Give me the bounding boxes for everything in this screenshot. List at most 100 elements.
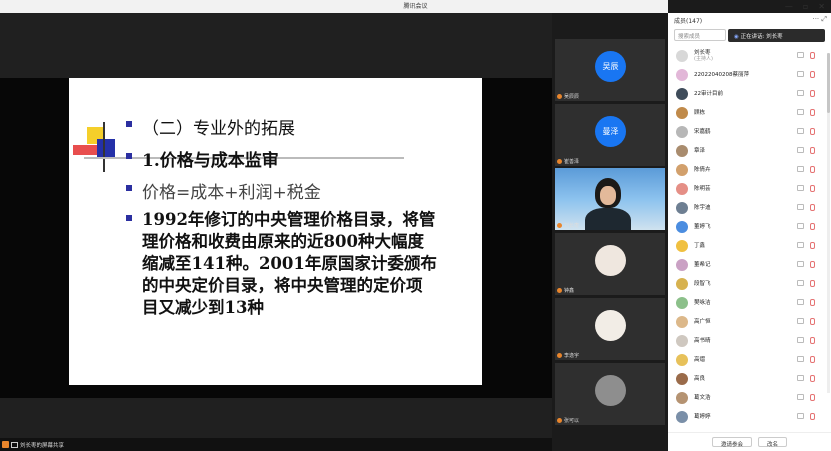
- member-name: 陈宇迪: [694, 204, 711, 211]
- mic-muted-icon[interactable]: [810, 166, 815, 173]
- camera-icon[interactable]: [797, 147, 804, 153]
- member-row[interactable]: 葛婷婷: [668, 407, 831, 426]
- mic-muted-icon[interactable]: [810, 242, 815, 249]
- camera-icon[interactable]: [797, 71, 804, 77]
- mic-muted-icon[interactable]: [810, 128, 815, 135]
- bullet-square-icon: [126, 185, 132, 191]
- maximize-button[interactable]: ▫: [803, 2, 808, 11]
- avatar: [676, 334, 688, 347]
- title-bar: 腾讯会议: [0, 0, 668, 13]
- video-tiles-column: 吴辰 吴辰辰 曼泽 崔善泽 刘长枣 钟鑫 李逸宇 张可以: [552, 13, 668, 451]
- mic-muted-icon[interactable]: [810, 280, 815, 287]
- panel-tools[interactable]: ··· ⤢: [812, 15, 827, 24]
- avatar: [676, 106, 688, 119]
- video-tile-name: 张可以: [564, 418, 580, 424]
- camera-icon[interactable]: [797, 166, 804, 172]
- avatar: [676, 258, 688, 271]
- member-row[interactable]: 22022040208蔡丽萍: [668, 65, 831, 84]
- video-tile[interactable]: 钟鑫: [555, 233, 665, 295]
- mic-muted-icon[interactable]: [810, 337, 815, 344]
- mic-icon: [557, 223, 562, 228]
- invite-button[interactable]: 邀请参会: [711, 437, 752, 448]
- mic-muted-icon[interactable]: [810, 356, 815, 363]
- mic-muted-icon[interactable]: [810, 223, 815, 230]
- camera-icon[interactable]: [797, 90, 804, 96]
- camera-icon[interactable]: [797, 204, 804, 210]
- member-row[interactable]: 宋嘉鹤: [668, 122, 831, 141]
- slide-decoration: [103, 122, 105, 172]
- mic-muted-icon[interactable]: [810, 71, 815, 78]
- camera-icon[interactable]: [797, 109, 804, 115]
- mic-muted-icon[interactable]: [810, 185, 815, 192]
- mic-muted-icon[interactable]: [810, 90, 815, 97]
- member-row[interactable]: 22审计目前: [668, 84, 831, 103]
- screen-share-tag[interactable]: 刘长枣的屏幕共享: [2, 440, 64, 449]
- slide-bullet: 价格=成本+利润+税金: [126, 178, 481, 203]
- panel-footer: 邀请参会 改名: [668, 432, 831, 451]
- mic-muted-icon[interactable]: [810, 299, 815, 306]
- member-name: 章泽: [694, 147, 706, 154]
- camera-icon[interactable]: [797, 280, 804, 286]
- member-row[interactable]: 陈倩卉: [668, 160, 831, 179]
- member-row[interactable]: 陈明芸: [668, 179, 831, 198]
- slide-body-line: 缩减至141种。2001年原国家计委颁布: [142, 254, 437, 273]
- camera-icon[interactable]: [797, 318, 804, 324]
- avatar: [676, 410, 688, 423]
- member-row[interactable]: 高良: [668, 369, 831, 388]
- camera-icon[interactable]: [797, 413, 804, 419]
- mic-muted-icon[interactable]: [810, 52, 815, 59]
- member-row[interactable]: 高书晴: [668, 331, 831, 350]
- mic-muted-icon[interactable]: [810, 413, 815, 420]
- member-row[interactable]: 董希记: [668, 255, 831, 274]
- video-tile[interactable]: 曼泽 崔善泽: [555, 104, 665, 166]
- camera-icon[interactable]: [797, 128, 804, 134]
- member-row[interactable]: 葛文浩: [668, 388, 831, 407]
- rename-button[interactable]: 改名: [758, 437, 788, 448]
- member-list-scrollbar[interactable]: [827, 53, 830, 393]
- mic-muted-icon[interactable]: [810, 261, 815, 268]
- member-row[interactable]: 陈宇迪: [668, 198, 831, 217]
- slide-subheading: 1.价格与成本监审: [142, 151, 279, 171]
- camera-icon[interactable]: [797, 394, 804, 400]
- camera-icon[interactable]: [797, 375, 804, 381]
- camera-icon[interactable]: [797, 223, 804, 229]
- avatar: [595, 375, 626, 406]
- mic-muted-icon[interactable]: [810, 394, 815, 401]
- minimize-button[interactable]: —: [785, 2, 793, 11]
- camera-icon[interactable]: [797, 185, 804, 191]
- video-tile[interactable]: 李逸宇: [555, 298, 665, 360]
- member-row[interactable]: 章泽: [668, 141, 831, 160]
- member-row[interactable]: 顾栋: [668, 103, 831, 122]
- slide-bullet: 1992年修订的中央管理价格目录，将管 理价格和收费由原来的近800种大幅度 缩…: [126, 209, 481, 319]
- video-tile[interactable]: 张可以: [555, 363, 665, 425]
- camera-icon[interactable]: [797, 299, 804, 305]
- member-name: 刘长枣: [694, 49, 711, 56]
- mic-muted-icon[interactable]: [810, 204, 815, 211]
- mic-muted-icon[interactable]: [810, 375, 815, 382]
- camera-icon[interactable]: [797, 52, 804, 58]
- mic-muted-icon[interactable]: [810, 147, 815, 154]
- avatar: [676, 163, 688, 176]
- member-search-input[interactable]: 搜索成员: [674, 29, 726, 41]
- member-row[interactable]: 樊咏洁: [668, 293, 831, 312]
- bullet-square-icon: [126, 121, 132, 127]
- camera-icon[interactable]: [797, 337, 804, 343]
- video-tile[interactable]: 吴辰 吴辰辰: [555, 39, 665, 101]
- screen-share-icon: [11, 441, 18, 448]
- video-tile-camera[interactable]: 刘长枣: [555, 168, 665, 230]
- mic-muted-icon[interactable]: [810, 318, 815, 325]
- member-name: 陈倩卉: [694, 166, 711, 173]
- member-row[interactable]: 段智飞: [668, 274, 831, 293]
- mic-muted-icon[interactable]: [810, 109, 815, 116]
- camera-icon[interactable]: [797, 261, 804, 267]
- member-row[interactable]: 董婷飞: [668, 217, 831, 236]
- member-row[interactable]: 丁鑫: [668, 236, 831, 255]
- bullet-square-icon: [126, 215, 132, 221]
- member-row[interactable]: 高熠: [668, 350, 831, 369]
- close-button[interactable]: ✕: [818, 2, 825, 11]
- member-row[interactable]: 刘长枣 (主持人): [668, 46, 831, 65]
- member-row[interactable]: 高广恒: [668, 312, 831, 331]
- camera-icon[interactable]: [797, 242, 804, 248]
- avatar: [676, 296, 688, 309]
- camera-icon[interactable]: [797, 356, 804, 362]
